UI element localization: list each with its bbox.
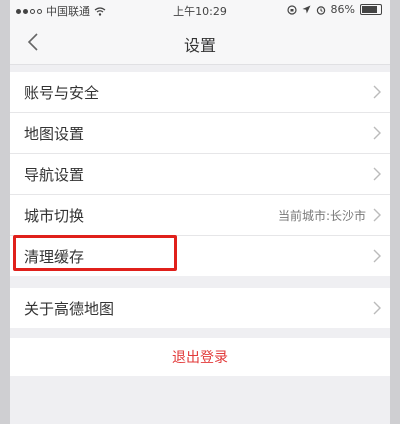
rotation-lock-icon [286,4,297,15]
settings-row-label: 关于高德地图 [24,299,115,318]
logout-button[interactable]: 退出登录 [10,338,390,376]
phone-screen: 中国联通 上午10:29 86% 设置 账号与安全 地图设置 导航设置 城市切换… [10,0,390,424]
battery-icon [360,4,382,15]
settings-row-label: 账号与安全 [24,83,100,102]
settings-row-navigation-settings[interactable]: 导航设置 [10,154,390,195]
alarm-clock-icon [316,5,325,15]
chevron-right-icon [373,126,381,140]
settings-row-account-security[interactable]: 账号与安全 [10,72,390,113]
settings-row-about[interactable]: 关于高德地图 [10,288,390,328]
status-right: 86% [286,3,382,16]
settings-row-map-settings[interactable]: 地图设置 [10,113,390,154]
page-title: 设置 [183,36,216,55]
settings-group-about: 关于高德地图 [10,288,390,328]
settings-row-label: 导航设置 [24,165,85,184]
chevron-right-icon [373,85,381,99]
battery-percent: 86% [330,3,355,16]
location-arrow-icon [302,5,311,14]
chevron-right-icon [373,249,381,263]
logout-label: 退出登录 [172,350,228,366]
chevron-right-icon [373,208,381,222]
settings-row-city-switch[interactable]: 城市切换 当前城市:长沙市 [10,195,390,236]
status-bar: 中国联通 上午10:29 86% [10,0,390,20]
device-frame-left [0,0,10,424]
battery-level-fill [362,6,378,13]
chevron-right-icon [373,167,381,181]
current-city-value: 当前城市:长沙市 [277,208,366,223]
navigation-bar: 设置 [10,20,390,65]
settings-row-label: 地图设置 [24,124,85,143]
device-frame-right [390,0,400,424]
highlight-annotation-box [13,235,177,271]
chevron-right-icon [373,301,381,315]
settings-row-label: 城市切换 [24,206,85,225]
